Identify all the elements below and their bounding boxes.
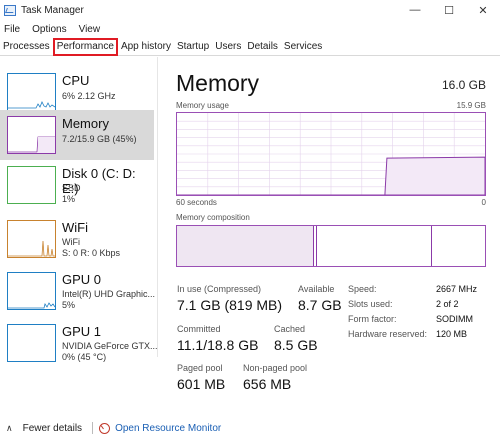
sidebar-item-title: GPU 0 (62, 272, 102, 287)
sidebar-item-gpu-0[interactable]: GPU 0 Intel(R) UHD Graphic... 5% (0, 266, 156, 316)
graph-axis-right: 0 (481, 198, 486, 207)
cpu-thumbnail-graph (7, 73, 56, 111)
composition-in-use (177, 226, 314, 266)
tab-services[interactable]: Services (281, 38, 325, 56)
sidebar-item-wifi[interactable]: WiFi WiFi S: 0 R: 0 Kbps (0, 214, 154, 264)
menu-view[interactable]: View (73, 24, 107, 35)
resource-sidebar: CPU 6% 2.12 GHz Memory 7.2/15.9 GB (45%)… (0, 57, 158, 362)
sidebar-item-title: Memory (62, 116, 109, 131)
graph-axis-left: 60 seconds (176, 198, 217, 207)
sidebar-item-title: GPU 1 (62, 324, 102, 339)
tab-users[interactable]: Users (212, 38, 244, 56)
page-title: Memory (176, 70, 260, 96)
gpu0-thumbnail-graph (7, 272, 56, 310)
gpu1-thumbnail-graph (7, 324, 56, 362)
minimize-button[interactable]: — (398, 0, 432, 20)
composition-standby (317, 226, 432, 266)
memory-total: 16.0 GB (441, 78, 486, 92)
footer-bar: ∧ Fewer details Open Resource Monitor (0, 418, 500, 438)
sidebar-item-detail: NVIDIA GeForce GTX... (62, 341, 158, 351)
fewer-details-button[interactable]: Fewer details (23, 423, 82, 434)
memory-usage-chart (177, 113, 486, 196)
sidebar-item-detail: SSD (62, 183, 81, 193)
tab-details[interactable]: Details (244, 38, 281, 56)
chevron-up-icon[interactable]: ∧ (6, 423, 13, 434)
available-label: Available (298, 284, 335, 294)
title-bar: Task Manager — ☐ ✕ (0, 0, 500, 20)
cpu-sparkline (8, 101, 56, 109)
memory-sparkline (8, 136, 55, 153)
window-controls: — ☐ ✕ (398, 0, 500, 20)
hardware-reserved-label: Hardware reserved: (348, 329, 428, 339)
hardware-reserved-value: 120 MB (436, 329, 468, 339)
sidebar-item-gpu-1[interactable]: GPU 1 NVIDIA GeForce GTX... 0% (45 °C) (0, 318, 158, 368)
non-paged-pool-label: Non-paged pool (243, 363, 308, 373)
window-title: Task Manager (21, 4, 84, 16)
non-paged-pool-value: 656 MB (243, 376, 292, 392)
paged-pool-value: 601 MB (177, 376, 226, 392)
footer-divider (92, 422, 94, 434)
wifi-sparkline (8, 240, 55, 257)
committed-value: 11.1/18.8 GB (177, 337, 259, 353)
memory-usage-graph (176, 112, 486, 196)
speed-value: 2667 MHz (436, 284, 478, 294)
in-use-value: 7.1 GB (819 MB) (177, 297, 283, 313)
tab-processes[interactable]: Processes (0, 38, 53, 56)
memory-usage-label: Memory usage (176, 101, 229, 110)
resource-monitor-icon[interactable] (99, 422, 111, 434)
sidebar-item-detail: 0% (45 °C) (62, 352, 107, 362)
sidebar-item-detail: 1% (62, 194, 76, 204)
committed-label: Committed (177, 324, 221, 334)
memory-thumbnail-graph (7, 116, 56, 154)
slots-used-label: Slots used: (348, 299, 393, 309)
menu-file[interactable]: File (0, 24, 26, 35)
speed-label: Speed: (348, 284, 377, 294)
tab-startup[interactable]: Startup (174, 38, 212, 56)
sidebar-item-detail: 5% (62, 300, 76, 310)
tab-app-history[interactable]: App history (118, 38, 174, 56)
close-button[interactable]: ✕ (466, 0, 500, 20)
menu-bar: File Options View (0, 21, 106, 37)
sidebar-item-title: CPU (62, 73, 90, 88)
cached-label: Cached (274, 324, 306, 334)
paged-pool-label: Paged pool (177, 363, 223, 373)
tab-performance[interactable]: Performance (52, 38, 118, 56)
sidebar-item-detail: 6% 2.12 GHz (62, 91, 116, 101)
memory-composition-bar (176, 225, 486, 267)
sidebar-item-title: WiFi (62, 220, 88, 235)
sidebar-item-detail: WiFi (62, 237, 80, 247)
tab-bar: Processes Performance App history Startu… (0, 38, 500, 56)
slots-used-value: 2 of 2 (436, 299, 459, 309)
form-factor-label: Form factor: (348, 314, 397, 324)
gpu0-sparkline (8, 302, 56, 309)
maximize-button[interactable]: ☐ (432, 0, 466, 20)
available-value: 8.7 GB (298, 297, 342, 313)
sidebar-item-detail: Intel(R) UHD Graphic... (62, 289, 156, 299)
sidebar-item-detail: 7.2/15.9 GB (45%) (62, 134, 137, 144)
menu-options[interactable]: Options (26, 24, 72, 35)
sidebar-item-memory[interactable]: Memory 7.2/15.9 GB (45%) (0, 110, 154, 160)
open-resource-monitor-link[interactable]: Open Resource Monitor (115, 423, 221, 434)
task-manager-icon (4, 4, 16, 16)
in-use-label: In use (Compressed) (177, 284, 262, 294)
memory-composition-label: Memory composition (176, 213, 250, 222)
form-factor-value: SODIMM (436, 314, 473, 324)
memory-usage-max: 15.9 GB (456, 101, 486, 110)
wifi-thumbnail-graph (7, 220, 56, 258)
sidebar-item-detail: S: 0 R: 0 Kbps (62, 248, 121, 258)
sidebar-item-disk[interactable]: Disk 0 (C: D: E:) SSD 1% (0, 160, 154, 210)
composition-free (432, 226, 485, 266)
disk-thumbnail-graph (7, 166, 56, 204)
cached-value: 8.5 GB (274, 337, 318, 353)
